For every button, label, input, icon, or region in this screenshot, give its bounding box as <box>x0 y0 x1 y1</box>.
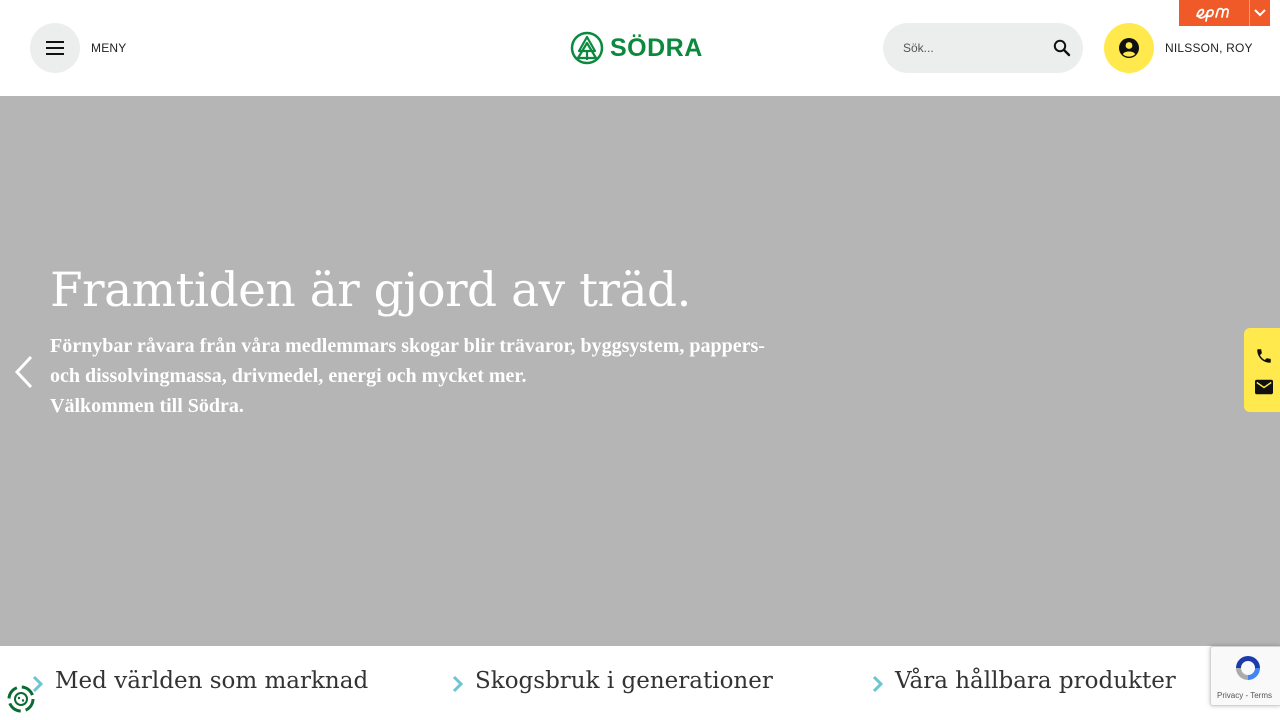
feature-item[interactable]: Skogsbruk i generationer <box>451 664 851 720</box>
logo-text: SÖDRA <box>610 33 703 62</box>
chevron-right-icon <box>872 675 884 693</box>
user-name[interactable]: NILSSON, ROY <box>1165 41 1253 55</box>
phone-icon[interactable] <box>1255 347 1273 365</box>
feature-title[interactable]: Skogsbruk i generationer <box>475 668 773 694</box>
hero-body: Förnybar råvara från våra medlemmars sko… <box>50 331 810 421</box>
hero-title: Framtiden är gjord av träd. <box>50 263 692 318</box>
sodra-logo[interactable]: SÖDRA <box>570 31 703 65</box>
feature-item[interactable]: Med världen som marknad <box>31 664 431 720</box>
search-input[interactable] <box>903 38 1043 58</box>
hero-body-line: Förnybar råvara från våra medlemmars sko… <box>50 335 765 357</box>
feature-item[interactable]: Våra hållbara produkter <box>871 664 1201 720</box>
hero-body-line: och dissolvingmassa, drivmedel, energi o… <box>50 365 527 387</box>
menu-button[interactable] <box>30 23 80 73</box>
episerver-toolbar <box>1179 0 1270 26</box>
menu-label[interactable]: MENY <box>91 41 126 55</box>
editor-menu-toggle[interactable] <box>1249 0 1270 26</box>
recaptcha-separator: - <box>1245 691 1249 700</box>
contact-side-tab <box>1244 328 1280 412</box>
feature-title[interactable]: Med världen som marknad <box>55 668 368 694</box>
chevron-down-icon <box>1254 9 1266 17</box>
search-box <box>883 23 1083 73</box>
cookie-settings-icon[interactable] <box>6 684 36 714</box>
recaptcha-privacy-link[interactable]: Privacy <box>1217 691 1243 700</box>
episerver-logo[interactable] <box>1179 0 1249 26</box>
chevron-right-icon <box>452 675 464 693</box>
hamburger-icon <box>46 41 64 55</box>
recaptcha-badge[interactable]: Privacy - Terms <box>1210 646 1280 706</box>
hero-banner: Framtiden är gjord av träd. Förnybar råv… <box>0 96 1280 646</box>
recaptcha-links: Privacy - Terms <box>1217 691 1272 700</box>
mail-icon[interactable] <box>1255 379 1273 395</box>
feature-title[interactable]: Våra hållbara produkter <box>895 668 1176 694</box>
site-header: MENY SÖDRA NILSSON, ROY <box>0 0 1280 96</box>
carousel-prev-arrow-icon[interactable] <box>10 352 40 392</box>
user-circle-icon <box>1119 38 1139 58</box>
search-icon[interactable] <box>1052 38 1072 58</box>
recaptcha-icon <box>1236 656 1260 680</box>
hero-body-line: Välkommen till Södra. <box>50 395 244 417</box>
sodra-tree-icon <box>570 31 604 65</box>
user-account-button[interactable] <box>1104 23 1154 73</box>
recaptcha-terms-link[interactable]: Terms <box>1250 691 1272 700</box>
